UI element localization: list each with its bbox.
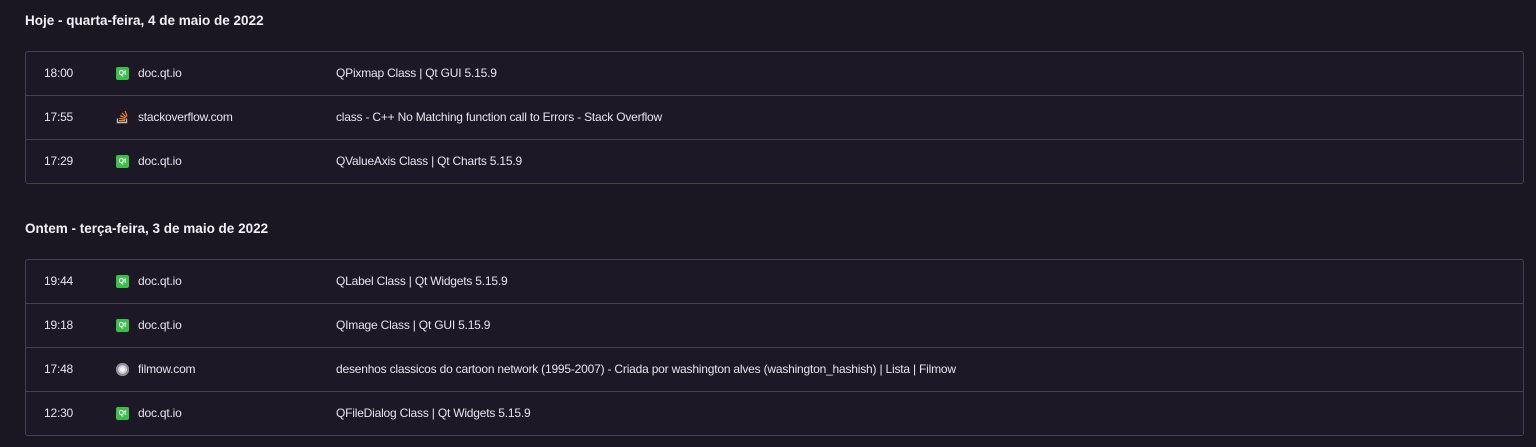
history-page: Hoje - quarta-feira, 4 de maio de 2022 1…	[0, 0, 1536, 447]
history-item[interactable]: 17:48 filmow.com desenhos classicos do c…	[26, 348, 1523, 392]
history-item[interactable]: 17:29 doc.qt.io QValueAxis Class | Qt Ch…	[26, 140, 1523, 183]
page-title-link[interactable]: QValueAxis Class | Qt Charts 5.15.9	[336, 140, 522, 183]
visit-time: 17:55	[44, 110, 74, 124]
history-group-yesterday: Ontem - terça-feira, 3 de maio de 2022 1…	[25, 219, 1524, 436]
visit-time: 17:48	[44, 362, 74, 376]
history-list: 19:44 doc.qt.io QLabel Class | Qt Widget…	[25, 259, 1524, 436]
qt-icon	[116, 319, 129, 332]
visit-time: 18:00	[44, 66, 74, 80]
site-domain: doc.qt.io	[138, 66, 182, 80]
filmow-icon	[116, 363, 129, 376]
group-heading: Hoje - quarta-feira, 4 de maio de 2022	[25, 13, 264, 28]
site-domain: doc.qt.io	[138, 154, 182, 168]
history-item[interactable]: 18:00 doc.qt.io QPixmap Class | Qt GUI 5…	[26, 52, 1523, 96]
history-item[interactable]: 17:55 stackoverflow.com class - C++ No M…	[26, 96, 1523, 140]
history-list: 18:00 doc.qt.io QPixmap Class | Qt GUI 5…	[25, 51, 1524, 184]
site-domain: filmow.com	[138, 362, 196, 376]
visit-time: 19:44	[44, 274, 74, 288]
page-title-link[interactable]: QFileDialog Class | Qt Widgets 5.15.9	[336, 392, 531, 435]
visit-time: 17:29	[44, 154, 74, 168]
page-title-link[interactable]: QImage Class | Qt GUI 5.15.9	[336, 304, 490, 347]
qt-icon	[116, 67, 129, 80]
qt-icon	[116, 407, 129, 420]
history-group-today: Hoje - quarta-feira, 4 de maio de 2022 1…	[25, 11, 1524, 184]
group-heading: Ontem - terça-feira, 3 de maio de 2022	[25, 221, 269, 236]
qt-icon	[116, 275, 129, 288]
history-item[interactable]: 19:18 doc.qt.io QImage Class | Qt GUI 5.…	[26, 304, 1523, 348]
qt-icon	[116, 155, 129, 168]
page-title-link[interactable]: QPixmap Class | Qt GUI 5.15.9	[336, 52, 497, 95]
page-title-link[interactable]: QLabel Class | Qt Widgets 5.15.9	[336, 260, 508, 303]
page-title-link[interactable]: class - C++ No Matching function call to…	[336, 96, 662, 139]
page-title-link[interactable]: desenhos classicos do cartoon network (1…	[336, 348, 956, 391]
site-domain: doc.qt.io	[138, 318, 182, 332]
site-domain: doc.qt.io	[138, 406, 182, 420]
stackoverflow-icon	[116, 110, 129, 124]
site-domain: doc.qt.io	[138, 274, 182, 288]
visit-time: 19:18	[44, 318, 74, 332]
visit-time: 12:30	[44, 406, 74, 420]
history-item[interactable]: 12:30 doc.qt.io QFileDialog Class | Qt W…	[26, 392, 1523, 435]
history-item[interactable]: 19:44 doc.qt.io QLabel Class | Qt Widget…	[26, 260, 1523, 304]
site-domain: stackoverflow.com	[138, 110, 233, 124]
